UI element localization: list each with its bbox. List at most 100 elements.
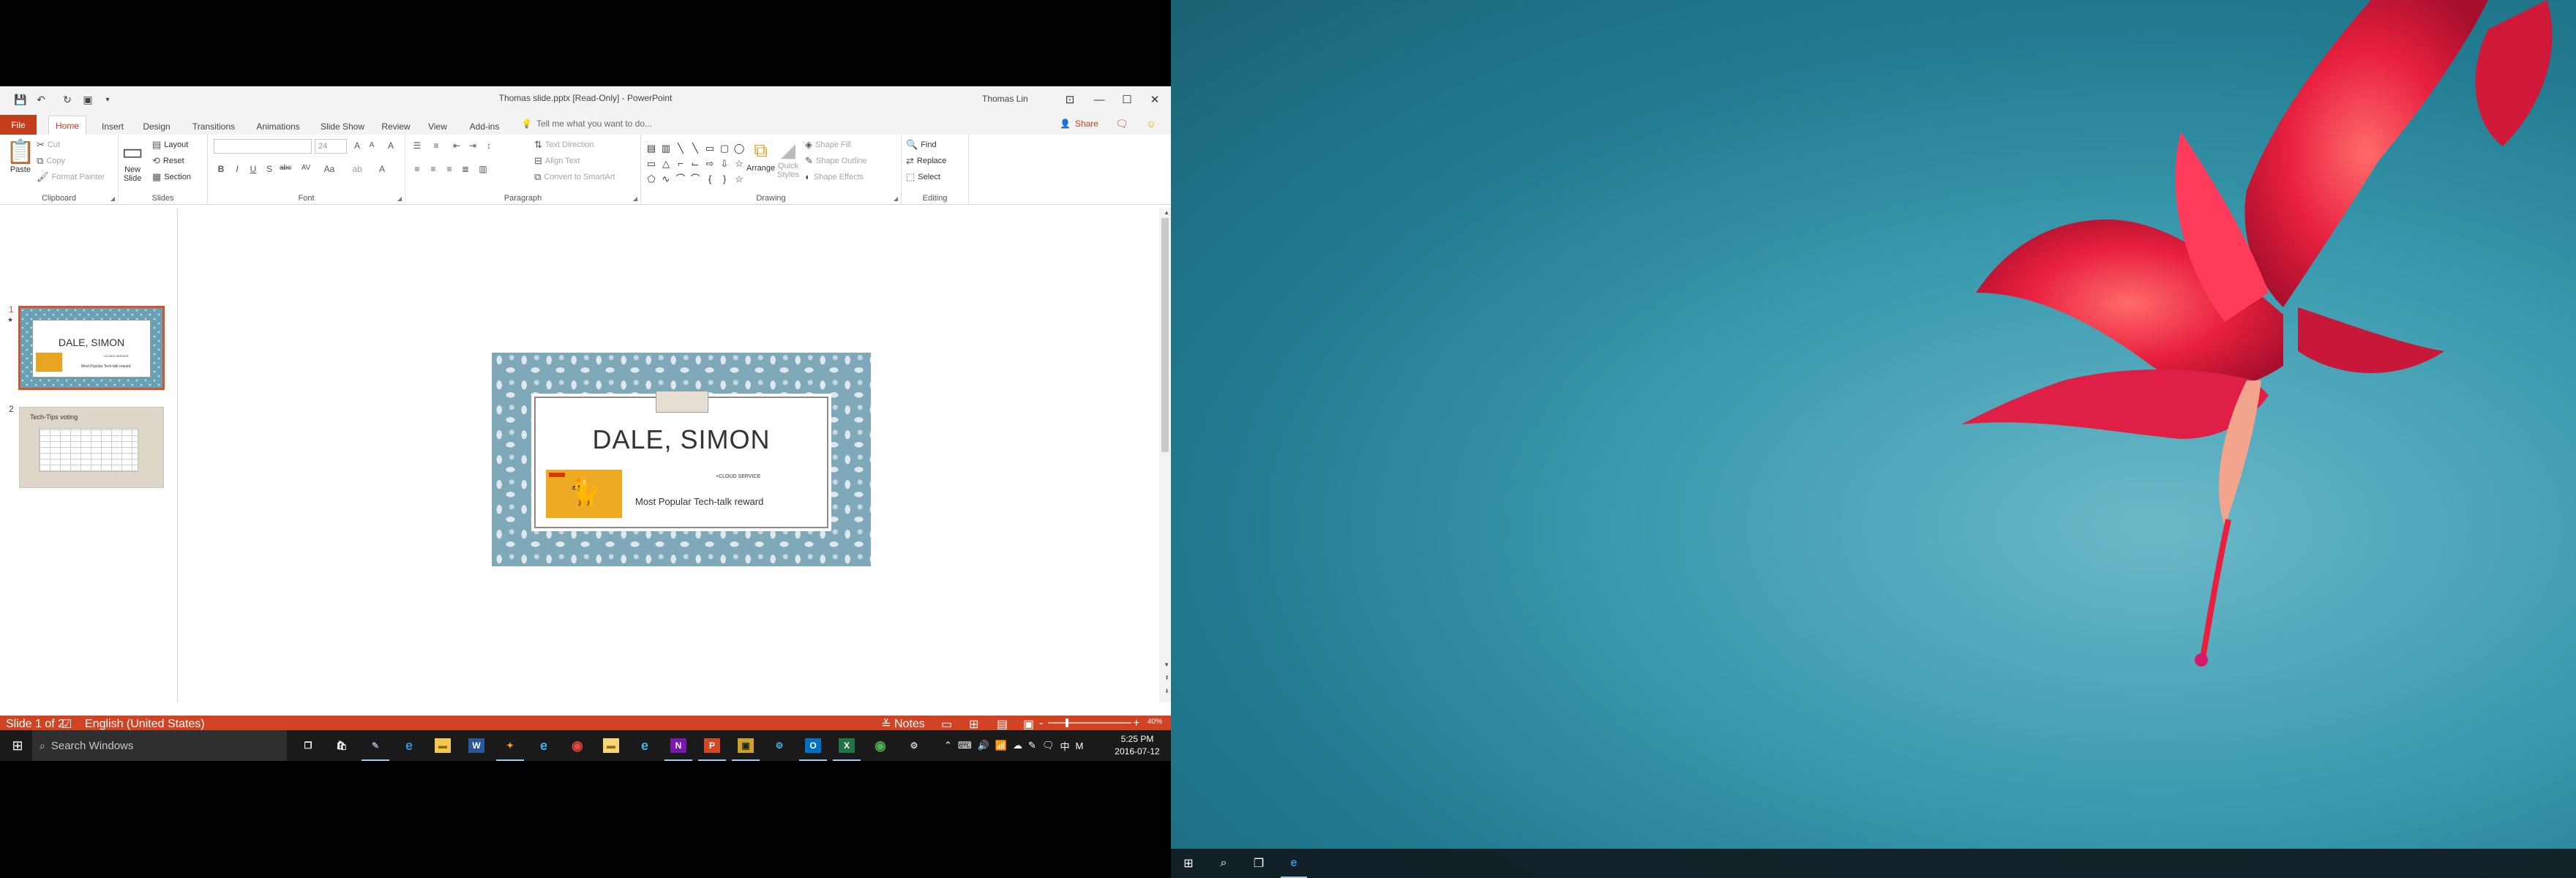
strikethrough-button[interactable]: abc: [278, 164, 293, 172]
align-right-icon[interactable]: ≡: [442, 164, 457, 174]
columns-icon[interactable]: ▥: [476, 164, 490, 174]
reset-button[interactable]: ⟲ Reset: [152, 155, 184, 167]
shape-textbox-icon[interactable]: ▤: [644, 140, 659, 156]
taskbar-search-box[interactable]: ⌕ Search Windows: [32, 730, 287, 761]
tab-insert[interactable]: Insert: [92, 118, 133, 135]
shape-rect-2-icon[interactable]: ▭: [644, 156, 659, 171]
shape-star-2-icon[interactable]: ☆: [732, 171, 746, 187]
cut-button[interactable]: ✂ Cut: [37, 139, 60, 151]
clipboard-launcher-icon[interactable]: ◢: [111, 195, 115, 202]
taskbar-app[interactable]: ▣: [729, 730, 763, 761]
justify-icon[interactable]: ≣: [458, 164, 473, 174]
tab-animations[interactable]: Animations: [249, 118, 307, 135]
minimize-button[interactable]: —: [1085, 86, 1114, 113]
zoom-slider[interactable]: [1048, 722, 1131, 724]
settings-app[interactable]: ⚙: [897, 730, 931, 761]
highlight-button[interactable]: ab: [350, 164, 364, 174]
align-text-button[interactable]: ⊟ Align Text: [534, 155, 580, 167]
shape-elbow-icon[interactable]: ⌐: [673, 156, 688, 171]
decrease-indent-icon[interactable]: ⇤: [449, 140, 464, 151]
onenote-app[interactable]: N: [662, 730, 695, 761]
shape-rect-icon[interactable]: ▭: [703, 140, 717, 156]
section-button[interactable]: ▦ Section: [152, 171, 191, 183]
folder-app[interactable]: ▬: [594, 730, 628, 761]
pen-app[interactable]: ✎: [359, 730, 392, 761]
layout-button[interactable]: ▤ Layout: [152, 139, 188, 151]
new-slide-button[interactable]: ▭ New Slide: [121, 138, 143, 183]
underline-button[interactable]: U: [246, 164, 261, 174]
close-button[interactable]: ✕: [1140, 86, 1169, 113]
tab-add-ins[interactable]: Add-ins: [464, 118, 505, 135]
font-launcher-icon[interactable]: ◢: [397, 195, 402, 202]
convert-smartart-button[interactable]: ⧉ Convert to SmartArt: [534, 171, 615, 183]
text-direction-button[interactable]: ⇅ Text Direction: [534, 139, 594, 151]
slide-title[interactable]: DALE, SIMON: [534, 424, 828, 455]
align-center-icon[interactable]: ≡: [426, 164, 441, 174]
tab-home[interactable]: Home: [48, 116, 86, 135]
search-button-right[interactable]: ⌕: [1206, 849, 1241, 878]
maximize-button[interactable]: ☐: [1112, 86, 1142, 113]
zoom-slider-knob[interactable]: [1066, 718, 1068, 727]
word-app[interactable]: W: [460, 730, 493, 761]
store-app[interactable]: 🛍: [325, 730, 359, 761]
paste-button[interactable]: 📋 Paste: [6, 138, 35, 174]
task-view-button[interactable]: ❐: [291, 730, 325, 761]
ime-indicator[interactable]: M: [1075, 740, 1083, 751]
outlook-app[interactable]: O: [796, 730, 830, 761]
file-explorer-app[interactable]: ▬: [426, 730, 460, 761]
shrink-font-button[interactable]: A: [364, 141, 379, 149]
clear-formatting-button[interactable]: A: [383, 140, 398, 151]
ribbon-display-options-icon[interactable]: ⊡: [1055, 86, 1085, 113]
shapes-gallery[interactable]: ▤ ▥ ╲ ╲ ▭ ▢ ◯ ▭ △ ⌐ ⌙ ⇨ ⇩ ☆ ⬠ ∿ ⌒ ⌒{} ☆: [644, 140, 746, 187]
spell-check-icon[interactable]: ☑: [61, 717, 72, 732]
change-case-button[interactable]: Aa: [321, 164, 338, 174]
bold-button[interactable]: B: [214, 164, 228, 174]
shape-connector-icon[interactable]: ⌙: [688, 156, 703, 171]
scroll-down-icon[interactable]: ▼: [1164, 661, 1169, 668]
italic-button[interactable]: I: [230, 164, 244, 174]
find-button[interactable]: 🔍 Find: [906, 139, 937, 151]
edge-app[interactable]: e: [392, 730, 426, 761]
scrollbar-thumb[interactable]: [1161, 218, 1169, 452]
reading-view-icon[interactable]: ▤: [997, 717, 1008, 732]
pen-tray-icon[interactable]: ✎: [1028, 740, 1036, 751]
numbering-icon[interactable]: ≡: [429, 140, 443, 151]
excel-app[interactable]: X: [830, 730, 864, 761]
shape-line-icon[interactable]: ╲: [673, 140, 688, 156]
shape-arrow-down-icon[interactable]: ⇩: [717, 156, 732, 171]
slide-canvas[interactable]: DALE, SIMON +CLOUD SERVICE Most Popular …: [492, 353, 871, 566]
notes-label[interactable]: Notes: [894, 718, 925, 731]
tab-slide-show[interactable]: Slide Show: [315, 118, 370, 135]
tab-design[interactable]: Design: [136, 118, 177, 135]
zoom-in-button[interactable]: +: [1133, 717, 1139, 730]
grow-font-button[interactable]: A: [350, 140, 364, 151]
tab-review[interactable]: Review: [378, 118, 414, 135]
shape-outline-button[interactable]: ✎ Shape Outline: [805, 155, 867, 167]
font-color-button[interactable]: A: [375, 164, 389, 174]
align-left-icon[interactable]: ≡: [410, 164, 424, 174]
drawing-launcher-icon[interactable]: ◢: [894, 195, 898, 202]
paragraph-launcher-icon[interactable]: ◢: [633, 195, 637, 202]
tell-me-box[interactable]: 💡 Tell me what you want to do...: [521, 119, 652, 129]
chrome-alt-app[interactable]: ◉: [864, 730, 897, 761]
shape-oval-icon[interactable]: ◯: [732, 140, 746, 156]
shape-triangle-icon[interactable]: △: [659, 156, 673, 171]
next-slide-icon[interactable]: ⇟: [1164, 688, 1169, 694]
onedrive-icon[interactable]: ☁: [1013, 740, 1022, 751]
network-icon[interactable]: 📶: [995, 740, 1007, 751]
start-button-right[interactable]: ⊞: [1171, 849, 1206, 878]
zoom-out-button[interactable]: -: [1039, 717, 1043, 730]
copy-button[interactable]: ⧉ Copy: [37, 155, 65, 167]
powerpoint-app[interactable]: P: [695, 730, 729, 761]
shape-bent-icon[interactable]: ⌒: [673, 171, 688, 187]
line-spacing-icon[interactable]: ↕: [482, 140, 496, 151]
chrome-app[interactable]: ◉: [561, 730, 594, 761]
notes-icon[interactable]: ≚: [881, 717, 891, 732]
shape-curve-icon[interactable]: ∿: [659, 171, 673, 187]
select-button[interactable]: ⬚ Select: [906, 171, 940, 183]
shape-rounded-rect-icon[interactable]: ▢: [717, 140, 732, 156]
keyboard-icon[interactable]: ⌨: [958, 740, 972, 751]
shape-line-2-icon[interactable]: ╲: [688, 140, 703, 156]
font-size-box[interactable]: 24: [315, 139, 347, 154]
previous-slide-icon[interactable]: ⇞: [1164, 675, 1169, 681]
